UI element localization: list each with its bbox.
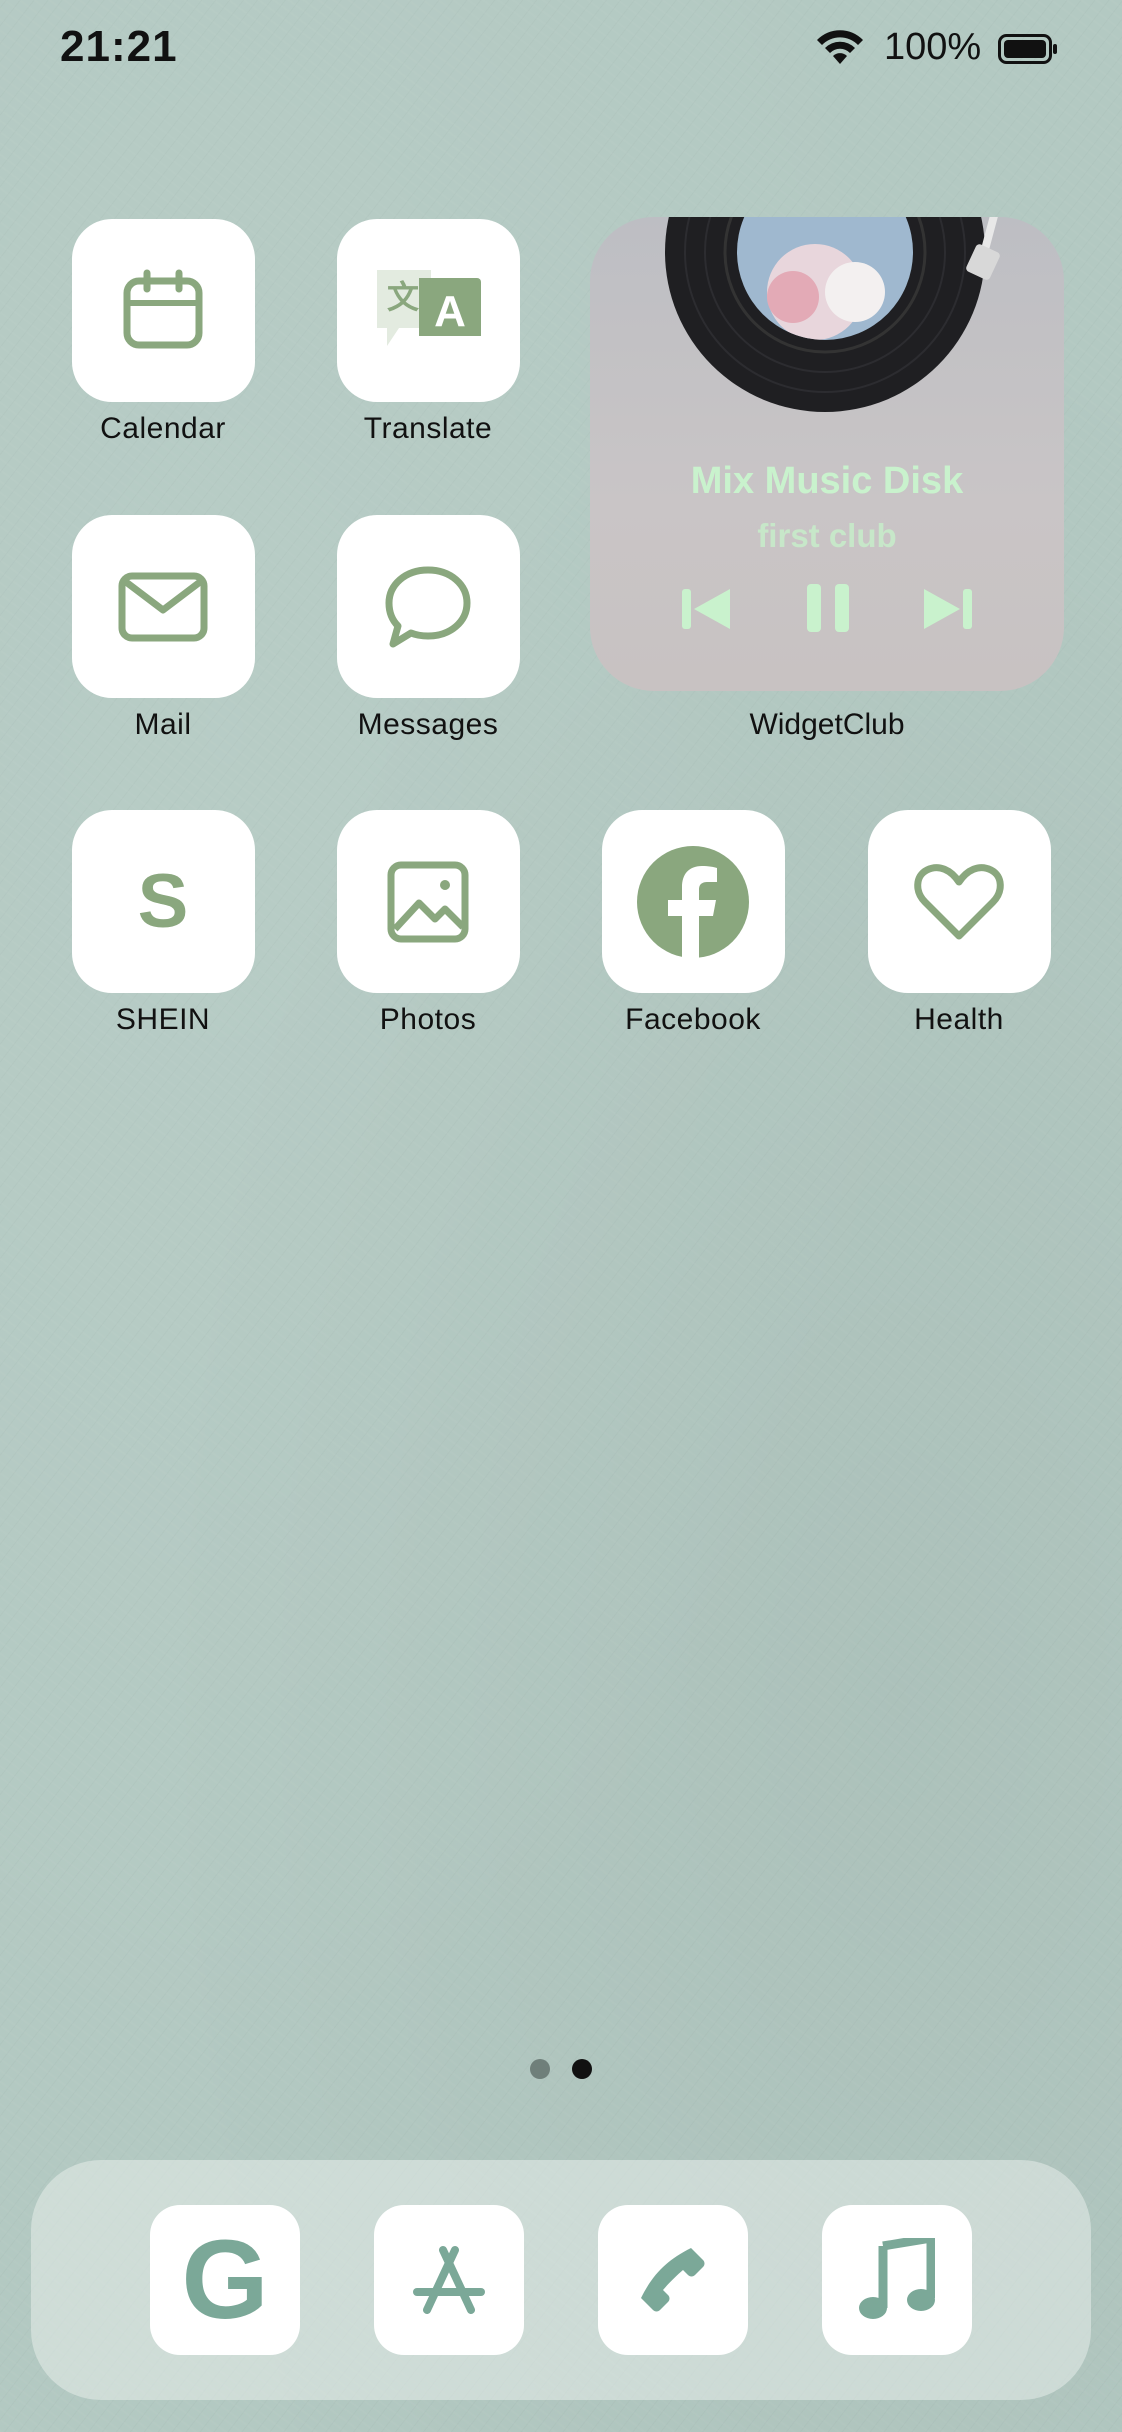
clock: 21:21 — [60, 22, 178, 71]
status-bar: 21:21 100% — [0, 0, 1122, 100]
app-label: Messages — [357, 708, 499, 741]
app-shein[interactable]: S SHEIN — [68, 810, 258, 1037]
mail-icon — [118, 572, 208, 641]
page-dot-1[interactable] — [530, 2059, 550, 2079]
app-icon-tile[interactable] — [336, 810, 520, 993]
svg-text:A: A — [434, 287, 466, 336]
music-note-icon — [859, 2238, 935, 2319]
app-photos[interactable]: Photos — [333, 810, 523, 1037]
widget-title: Mix Music Disk — [690, 460, 964, 502]
dock-app-phone[interactable] — [598, 2205, 748, 2355]
vinyl-disk-image — [665, 217, 1000, 412]
message-bubble-icon — [385, 566, 471, 647]
app-icon-tile[interactable]: S — [71, 810, 255, 993]
app-icon-tile[interactable]: A 文 — [336, 219, 520, 402]
app-label: SHEIN — [115, 1003, 211, 1036]
shein-letter-icon: S — [137, 859, 189, 944]
next-icon[interactable] — [922, 587, 974, 631]
app-mail[interactable]: Mail — [68, 515, 258, 742]
phone-icon — [641, 2248, 705, 2312]
previous-icon[interactable] — [680, 587, 732, 631]
app-calendar[interactable]: Calendar — [68, 219, 258, 446]
app-label: Health — [914, 1003, 1004, 1036]
page-dot-2-current[interactable] — [572, 2059, 592, 2079]
dock-app-store[interactable] — [374, 2205, 524, 2355]
battery-percent: 100% — [884, 26, 982, 68]
calendar-icon — [123, 269, 203, 348]
app-messages[interactable]: Messages — [333, 515, 523, 742]
facebook-icon — [637, 845, 749, 958]
app-label: Translate — [363, 412, 493, 445]
app-label: Photos — [379, 1003, 477, 1036]
app-label: Mail — [134, 708, 192, 741]
app-icon-tile[interactable] — [336, 515, 520, 698]
app-label: Facebook — [625, 1003, 761, 1036]
widget-subtitle: first club — [757, 517, 897, 554]
heart-icon — [914, 863, 1004, 939]
music-widget[interactable]: Mix Music Disk first club — [590, 217, 1064, 691]
pause-icon[interactable] — [805, 582, 851, 634]
dock-app-google[interactable]: G — [150, 2205, 300, 2355]
svg-text:文: 文 — [387, 278, 419, 316]
app-translate[interactable]: A 文 Translate — [333, 219, 523, 446]
app-icon-tile[interactable] — [71, 219, 255, 402]
wifi-icon — [817, 30, 863, 64]
dock-app-music[interactable] — [822, 2205, 972, 2355]
app-icon-tile[interactable] — [867, 810, 1051, 993]
app-label: Calendar — [100, 412, 226, 445]
battery-full-icon — [998, 34, 1057, 64]
app-health[interactable]: Health — [864, 810, 1054, 1037]
app-store-icon — [413, 2246, 485, 2314]
google-g-icon: G — [181, 2217, 269, 2342]
app-icon-tile[interactable] — [601, 810, 785, 993]
translate-icon: A 文 — [377, 269, 481, 346]
app-facebook[interactable]: Facebook — [598, 810, 788, 1037]
app-icon-tile[interactable] — [71, 515, 255, 698]
photo-icon — [387, 861, 469, 942]
widget-label: WidgetClub — [749, 708, 905, 741]
